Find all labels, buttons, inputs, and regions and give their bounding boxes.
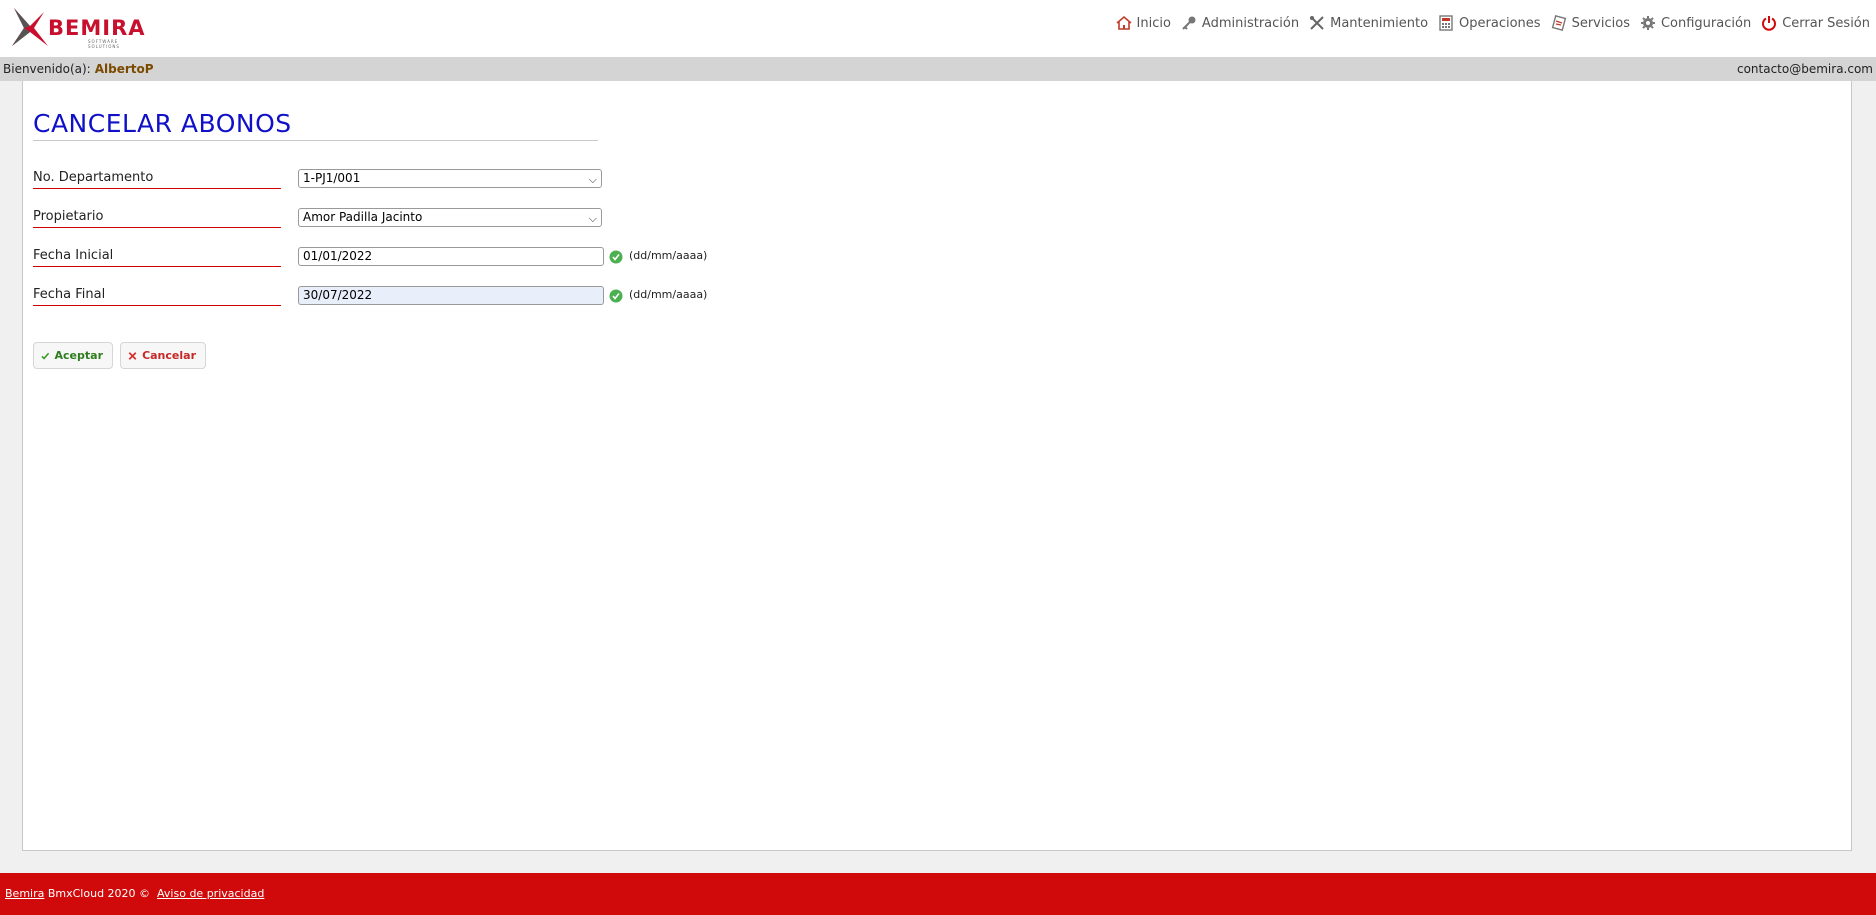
key-icon	[1182, 16, 1196, 30]
welcome-message: Bienvenido(a): AlbertoP	[3, 62, 154, 76]
nav-label: Inicio	[1136, 15, 1171, 31]
nav-item-mantenimiento[interactable]: Mantenimiento	[1309, 15, 1428, 31]
services-icon	[1551, 15, 1566, 31]
welcome-bar: Bienvenido(a): AlbertoP contacto@bemira.c…	[0, 57, 1876, 81]
nav-item-administracion[interactable]: Administración	[1181, 15, 1299, 31]
cancel-button[interactable]: Cancelar	[120, 342, 206, 369]
nav-label: Administración	[1201, 15, 1300, 31]
app-footer: Bemira BmxCloud 2020 © Aviso de privacid…	[0, 873, 1876, 915]
welcome-prefix: Bienvenido(a):	[3, 62, 91, 76]
propietario-value: Amor Padilla Jacinto	[303, 210, 423, 224]
propietario-label: Propietario	[33, 209, 281, 228]
checkmark-icon	[41, 352, 50, 360]
fecha-final-value: 30/07/2022	[303, 288, 373, 302]
bemira-link[interactable]: Bemira	[5, 887, 44, 900]
fecha-inicial-input[interactable]: 01/01/2022	[298, 247, 604, 266]
nav-label: Operaciones	[1459, 15, 1541, 31]
tools-icon	[1310, 16, 1324, 30]
logo-text: BEMIRA	[48, 16, 146, 40]
nav-item-configuracion[interactable]: Configuración	[1640, 15, 1751, 31]
cancel-label: Cancelar	[142, 349, 196, 362]
power-icon	[1762, 16, 1777, 31]
valid-check-icon	[609, 289, 623, 303]
contact-email: contacto@bemira.com	[1736, 62, 1873, 76]
nav-item-inicio[interactable]: Inicio	[1115, 15, 1171, 31]
fecha-final-label: Fecha Final	[33, 287, 281, 306]
departamento-select[interactable]: 1-PJ1/001 ⌵	[298, 169, 602, 188]
logo-subtitle: SOFTWARE SOLUTIONS	[88, 39, 120, 49]
close-icon	[128, 351, 137, 360]
fecha-inicial-value: 01/01/2022	[303, 249, 373, 263]
fecha-final-input[interactable]: 30/07/2022	[298, 286, 604, 305]
accept-button[interactable]: Aceptar	[33, 342, 113, 369]
calculator-icon	[1439, 15, 1453, 31]
app-header: BEMIRA SOFTWARE SOLUTIONS Inicio Adminis…	[0, 0, 1876, 57]
nav-label: Servicios	[1571, 15, 1630, 31]
accept-label: Aceptar	[54, 349, 103, 362]
departamento-value: 1-PJ1/001	[303, 171, 361, 185]
fecha-inicial-label: Fecha Inicial	[33, 248, 281, 267]
date-format-hint: (dd/mm/aaaa)	[629, 249, 708, 262]
user-name: AlbertoP	[94, 62, 154, 76]
nav-label: Cerrar Sesión	[1782, 15, 1870, 31]
privacy-link[interactable]: Aviso de privacidad	[157, 887, 264, 900]
chevron-down-icon: ⌵	[588, 212, 597, 225]
gear-icon	[1640, 16, 1655, 30]
nav-label: Configuración	[1660, 15, 1752, 31]
propietario-select[interactable]: Amor Padilla Jacinto ⌵	[298, 208, 602, 227]
nav-item-operaciones[interactable]: Operaciones	[1438, 15, 1541, 31]
departamento-label: No. Departamento	[33, 170, 281, 189]
logo-mark-icon	[12, 8, 48, 46]
top-nav: Inicio Administración Mantenimiento Oper…	[1106, 15, 1870, 31]
title-divider	[33, 140, 598, 141]
main-panel: CANCELAR ABONOS No. Departamento 1-PJ1/0…	[22, 81, 1852, 851]
home-icon	[1115, 15, 1132, 30]
nav-label: Mantenimiento	[1330, 15, 1429, 31]
nav-item-servicios[interactable]: Servicios	[1551, 15, 1630, 31]
date-format-hint: (dd/mm/aaaa)	[629, 288, 708, 301]
footer-content: Bemira BmxCloud 2020 © Aviso de privacid…	[5, 887, 264, 900]
chevron-down-icon: ⌵	[588, 173, 597, 186]
bemira-logo[interactable]: BEMIRA SOFTWARE SOLUTIONS	[10, 6, 145, 49]
page-title: CANCELAR ABONOS	[33, 109, 292, 138]
valid-check-icon	[609, 250, 623, 264]
nav-item-cerrar-sesion[interactable]: Cerrar Sesión	[1761, 15, 1870, 31]
footer-copyright: BmxCloud 2020 ©	[47, 887, 151, 900]
